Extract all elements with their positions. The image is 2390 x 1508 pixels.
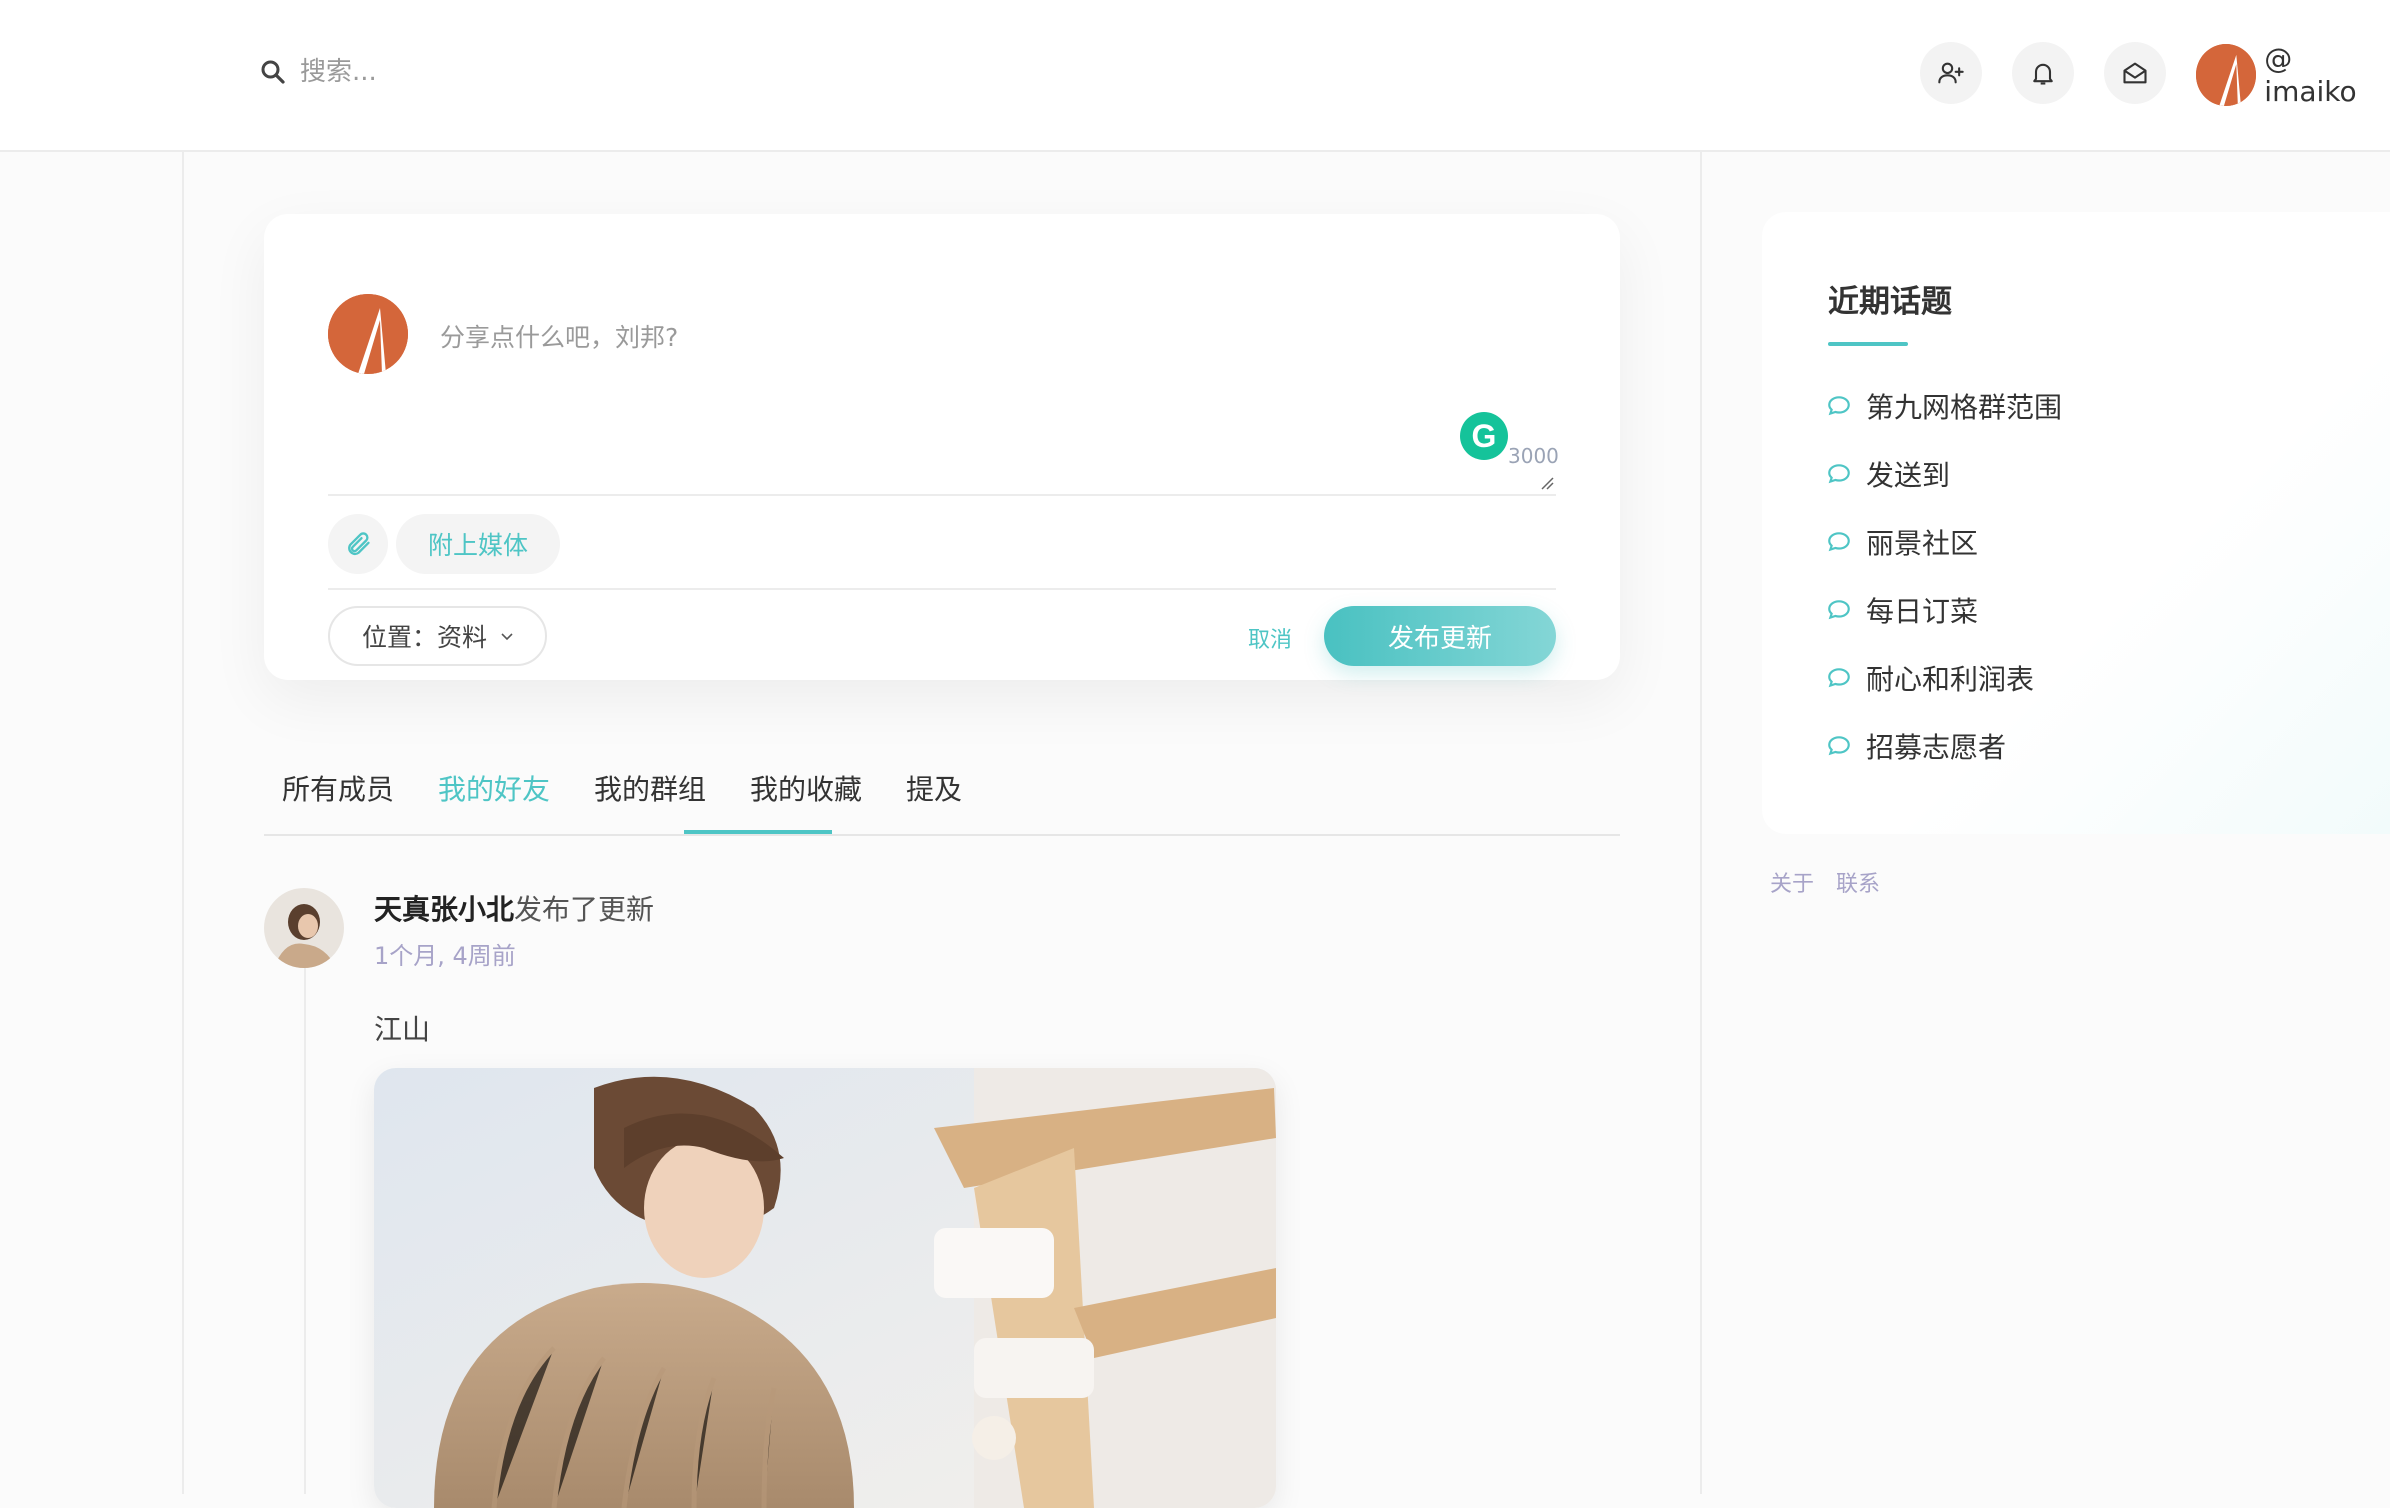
composer-avatar <box>328 294 408 374</box>
bell-icon <box>2033 63 2053 85</box>
add-friend-icon <box>1938 62 1964 84</box>
search-box[interactable] <box>258 52 700 92</box>
post-timestamp[interactable]: 1个月, 4周前 <box>374 936 516 971</box>
composer-divider <box>328 588 1556 590</box>
topic-label: 丽景社区 <box>1866 527 1979 560</box>
search-input[interactable] <box>300 57 700 87</box>
title-underline <box>1828 342 1908 346</box>
topic-link[interactable]: 每日订菜 <box>1826 590 1978 630</box>
publish-button[interactable]: 发布更新 <box>1324 606 1556 666</box>
activity-tabs: 所有成员 我的好友 我的群组 我的收藏 提及 <box>264 762 1620 836</box>
inbox-icon <box>2123 62 2147 84</box>
contact-link[interactable]: 联系 <box>1836 872 1880 897</box>
location-select[interactable]: 位置：资料 <box>328 606 548 666</box>
post-content: 江山 <box>374 1013 431 1046</box>
search-icon <box>261 60 285 84</box>
topic-label: 发送到 <box>1866 459 1951 492</box>
post-header: 天真张小北发布了更新 <box>374 888 654 928</box>
chat-bubble-icon <box>1828 736 1850 756</box>
column-divider-left <box>182 152 184 1494</box>
composer-divider <box>328 494 1556 496</box>
notifications-button[interactable] <box>2012 42 2074 104</box>
tab-mentions[interactable]: 提及 <box>906 768 962 834</box>
add-friend-button[interactable] <box>1920 42 1982 104</box>
paperclip-icon <box>348 532 370 556</box>
chat-bubble-icon <box>1828 668 1850 688</box>
chevron-down-icon <box>501 633 513 641</box>
chat-bubble-icon <box>1828 464 1850 484</box>
footer-links: 关于 联系 <box>1770 866 1902 898</box>
active-tab-indicator <box>684 830 832 834</box>
topic-link[interactable]: 发送到 <box>1826 454 1950 494</box>
messages-button[interactable] <box>2104 42 2166 104</box>
column-divider-right <box>1700 152 1702 1494</box>
resize-handle-icon[interactable] <box>1540 476 1554 490</box>
post-image[interactable] <box>374 1068 1276 1508</box>
username: @ imaiko <box>2264 42 2357 108</box>
topic-link[interactable]: 丽景社区 <box>1826 522 1978 562</box>
tab-my-favorites[interactable]: 我的收藏 <box>750 768 862 834</box>
topic-label: 每日订菜 <box>1866 595 1979 628</box>
chat-bubble-icon <box>1828 600 1850 620</box>
post-action: 发布了更新 <box>514 893 655 926</box>
attach-button[interactable] <box>328 514 388 574</box>
post-author-avatar[interactable] <box>264 888 344 968</box>
tab-all-members[interactable]: 所有成员 <box>282 768 394 834</box>
chat-bubble-icon <box>1828 396 1850 416</box>
post-composer: 分享点什么吧，刘邦? G 3000 附上媒体 位置：资料 取消 发布更新 <box>264 214 1620 680</box>
topic-link[interactable]: 耐心和利润表 <box>1826 658 2034 698</box>
recent-topics-title: 近期话题 <box>1828 284 1952 320</box>
grammarly-icon[interactable]: G <box>1460 412 1508 460</box>
about-link[interactable]: 关于 <box>1770 872 1814 897</box>
avatar <box>2196 44 2257 106</box>
cancel-button[interactable]: 取消 <box>1248 622 1292 654</box>
topic-label: 第九网格群范围 <box>1866 391 2063 424</box>
post-author-name[interactable]: 天真张小北 <box>374 893 514 926</box>
topic-label: 耐心和利润表 <box>1866 663 2035 696</box>
post-thread-line <box>304 968 306 1494</box>
top-bar: @ imaiko <box>0 0 2390 152</box>
topic-label: 招募志愿者 <box>1866 731 2007 764</box>
composer-textarea[interactable]: 分享点什么吧，刘邦? <box>440 318 678 354</box>
char-counter: 3000 <box>1508 444 1559 468</box>
topic-link[interactable]: 招募志愿者 <box>1826 726 2006 766</box>
topic-link[interactable]: 第九网格群范围 <box>1826 386 2062 426</box>
attach-media-button[interactable]: 附上媒体 <box>396 514 561 574</box>
user-menu[interactable]: @ imaiko <box>2196 42 2390 108</box>
chat-bubble-icon <box>1828 532 1850 552</box>
tab-my-groups[interactable]: 我的群组 <box>594 768 706 834</box>
tab-my-friends[interactable]: 我的好友 <box>438 768 550 834</box>
location-select-label: 位置：资料 <box>362 623 488 652</box>
